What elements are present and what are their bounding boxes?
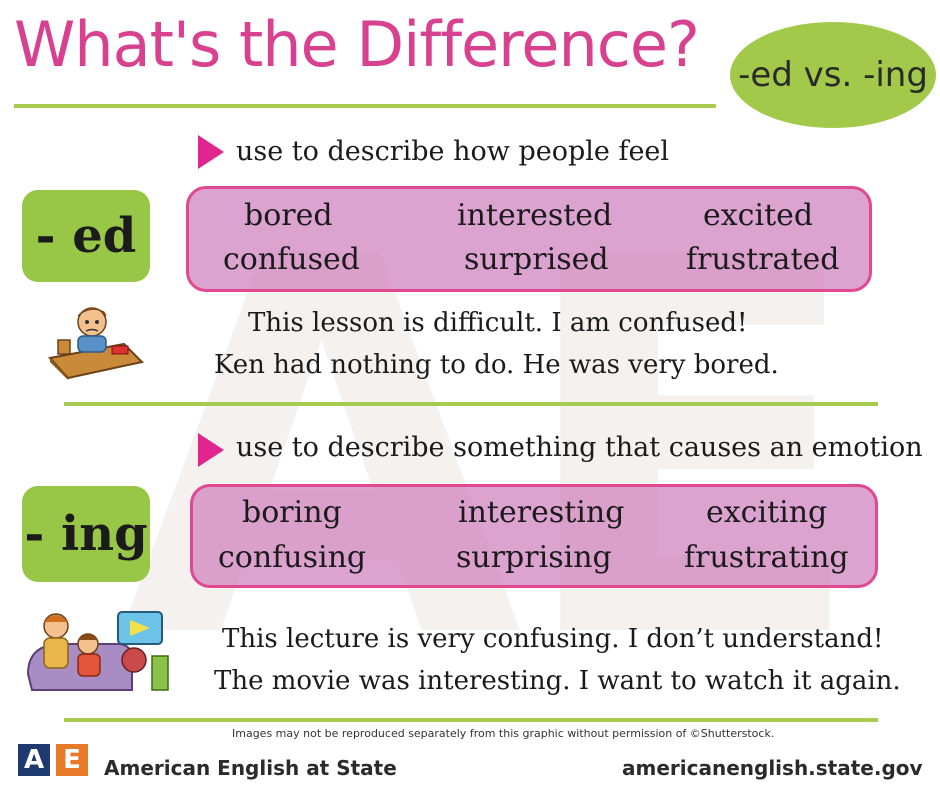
ing-description: use to describe something that causes an… — [236, 432, 923, 463]
logo-e: E — [56, 744, 88, 776]
logo-e-letter: E — [63, 745, 81, 775]
ed-description: use to describe how people feel — [236, 136, 670, 167]
ed-example: Ken had nothing to do. He was very bored… — [214, 350, 779, 380]
ing-word: surprising — [456, 540, 612, 575]
ing-example: This lecture is very confusing. I don’t … — [222, 624, 884, 654]
ing-tag: - ing — [22, 486, 150, 582]
copyright-note: Images may not be reproduced separately … — [232, 727, 775, 740]
ed-example: This lesson is difficult. I am confused! — [248, 308, 748, 338]
website-link[interactable]: americanenglish.state.gov — [622, 756, 923, 780]
footer-divider — [64, 718, 878, 722]
section-divider — [64, 402, 878, 406]
ed-word: frustrated — [686, 242, 840, 277]
ing-word: exciting — [706, 495, 828, 530]
ed-tag-label: - ed — [35, 208, 137, 264]
family-watching-tv-illustration — [26, 611, 169, 691]
page-title: What's the Difference? — [14, 8, 700, 81]
ed-word: bored — [244, 198, 333, 233]
ing-arrow-icon — [198, 433, 224, 467]
ed-vs-ing-badge: -ed vs. -ing — [730, 22, 936, 128]
brand-name: American English at State — [104, 756, 397, 780]
ing-tag-label: - ing — [24, 506, 148, 562]
badge-label: -ed vs. -ing — [738, 55, 928, 95]
ed-word: confused — [223, 242, 360, 277]
ing-word: confusing — [218, 540, 367, 575]
ed-tag: - ed — [22, 190, 150, 282]
title-underline — [14, 104, 716, 108]
ed-word: interested — [457, 198, 613, 233]
confused-student-illustration — [48, 307, 145, 380]
ed-word: excited — [703, 198, 814, 233]
ing-example: The movie was interesting. I want to wat… — [214, 666, 901, 696]
ing-word: interesting — [458, 495, 625, 530]
logo-a: A — [18, 744, 50, 776]
ing-word: boring — [242, 495, 342, 530]
ing-word: frustrating — [684, 540, 849, 575]
ed-arrow-icon — [198, 135, 224, 169]
logo-a-letter: A — [23, 745, 45, 775]
ed-word: surprised — [464, 242, 609, 277]
